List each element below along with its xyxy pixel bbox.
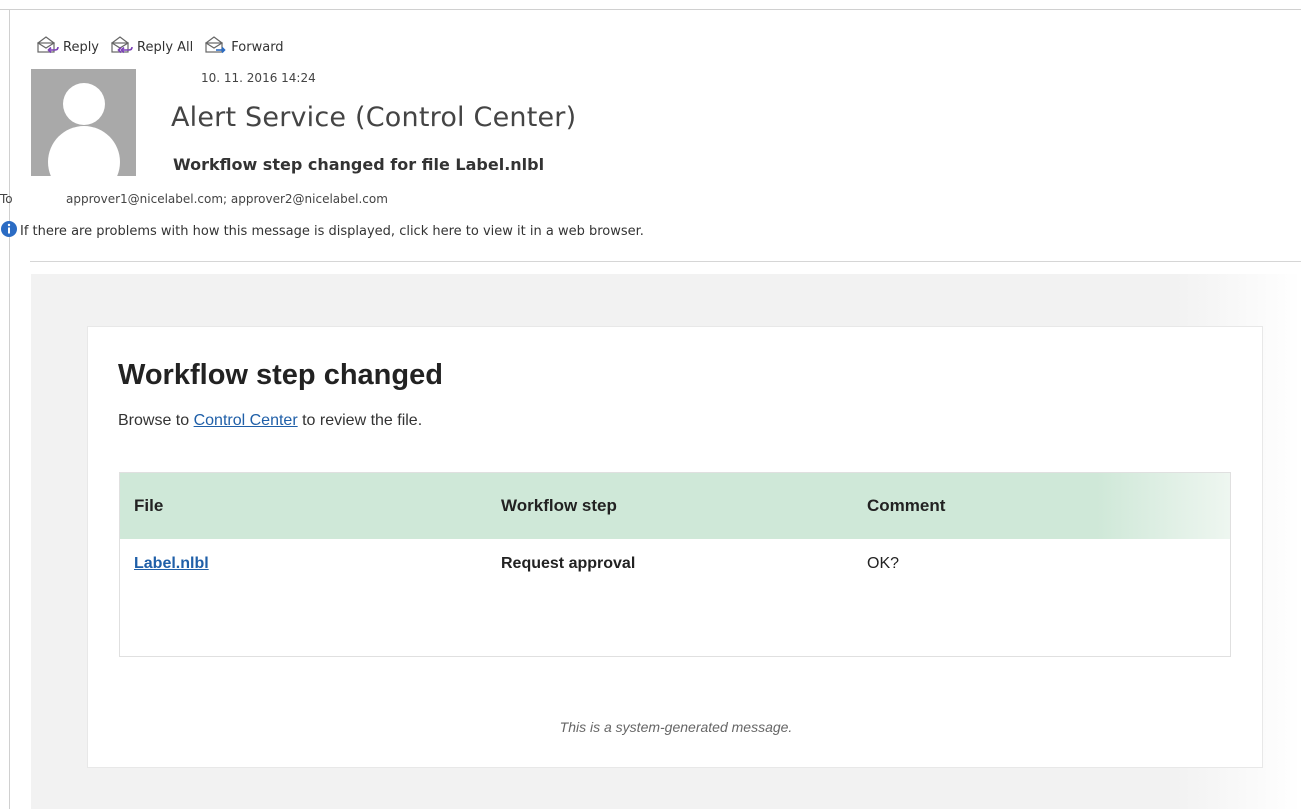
cell-comment: OK? (867, 555, 900, 572)
card-heading: Workflow step changed (118, 359, 443, 391)
forward-button[interactable]: Forward (204, 36, 284, 58)
recipients-row: To approver1@nicelabel.com; approver2@ni… (0, 192, 388, 206)
to-label: To (0, 192, 13, 206)
cell-workflow-step: Request approval (501, 555, 636, 572)
file-link[interactable]: Label.nlbl (134, 555, 209, 572)
reply-all-label: Reply All (137, 39, 194, 55)
forward-label: Forward (231, 39, 284, 55)
table-row: Label.nlbl Request approval OK? (120, 539, 1230, 573)
sender-name[interactable]: Alert Service (Control Center) (171, 102, 576, 133)
intro-prefix: Browse to (118, 412, 190, 429)
reply-button[interactable]: Reply (36, 36, 99, 58)
reply-envelope-icon (36, 36, 63, 58)
column-header-comment: Comment (867, 496, 946, 515)
message-actions: Reply Reply All Forward (36, 36, 295, 58)
intro-suffix: to review the file. (302, 412, 423, 429)
control-center-link[interactable]: Control Center (194, 412, 298, 429)
table-header: File Workflow step Comment (120, 473, 1230, 539)
message-subject: Workflow step changed for file Label.nlb… (173, 155, 545, 174)
forward-envelope-icon (204, 36, 231, 58)
person-silhouette-body (48, 126, 120, 176)
reply-all-envelope-icon (110, 36, 137, 58)
header-separator (30, 261, 1301, 262)
message-date: 10. 11. 2016 14:24 (201, 71, 316, 85)
info-text: If there are problems with how this mess… (20, 223, 644, 239)
cell-file: Label.nlbl (120, 555, 487, 573)
system-message-note: This is a system-generated message. (559, 719, 793, 735)
column-header-file: File (134, 496, 164, 515)
display-problem-infobar[interactable]: If there are problems with how this mess… (0, 220, 644, 242)
to-recipients[interactable]: approver1@nicelabel.com; approver2@nicel… (66, 192, 388, 206)
column-header-workflow-step: Workflow step (501, 496, 617, 515)
window-left-border (9, 9, 10, 809)
person-silhouette-icon (63, 83, 105, 125)
notification-card: Workflow step changed Browse to Control … (87, 326, 1263, 768)
sender-avatar (31, 69, 136, 176)
info-icon (0, 220, 20, 242)
card-intro: Browse to Control Center to review the f… (118, 412, 422, 430)
reply-all-button[interactable]: Reply All (110, 36, 193, 58)
workflow-table: File Workflow step Comment Label.nlbl Re… (119, 472, 1231, 657)
window-top-border (0, 9, 1301, 10)
reply-label: Reply (63, 39, 100, 55)
